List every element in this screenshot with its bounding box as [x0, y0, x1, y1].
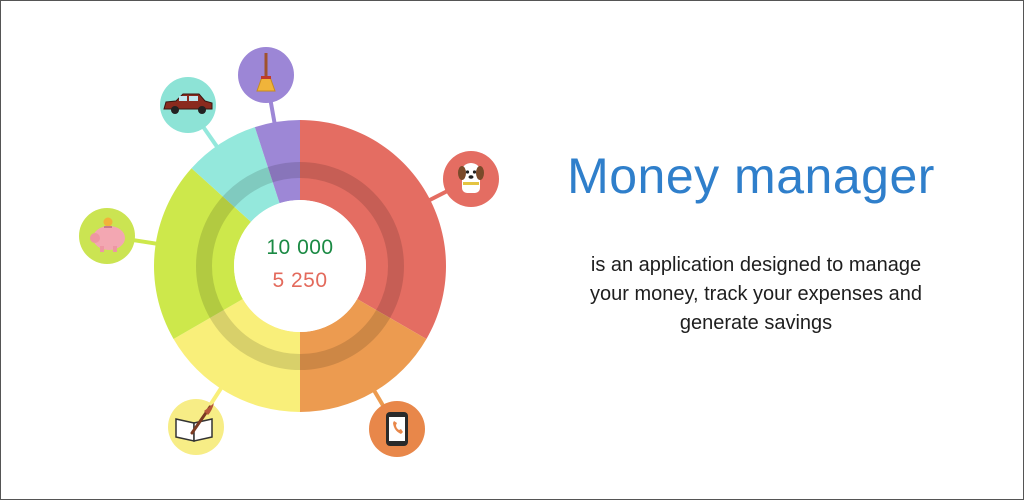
- app-title: Money manager: [567, 148, 935, 204]
- expense-total: 5 250: [272, 269, 328, 292]
- app-banner: 10 000 5 250 Money manager is an applica…: [0, 0, 1024, 500]
- expense-donut-chart: [79, 47, 499, 457]
- dog-icon-bubble[interactable]: [443, 151, 499, 207]
- piggy-bank-icon-bubble[interactable]: [79, 208, 135, 264]
- phone-icon: [386, 412, 408, 446]
- description-line: generate savings: [679, 312, 833, 334]
- app-description: is an application designed to manage you…: [541, 251, 971, 338]
- description-line: is an application designed to manage: [590, 254, 922, 276]
- phone-icon-bubble[interactable]: [369, 401, 425, 457]
- description-line: your money, track your expenses and: [589, 283, 923, 305]
- donut-hole: [234, 200, 366, 332]
- car-icon-bubble[interactable]: [160, 77, 216, 133]
- book-quill-icon-bubble[interactable]: [168, 399, 224, 455]
- broom-icon-bubble[interactable]: [238, 47, 294, 103]
- income-total: 10 000: [266, 236, 334, 259]
